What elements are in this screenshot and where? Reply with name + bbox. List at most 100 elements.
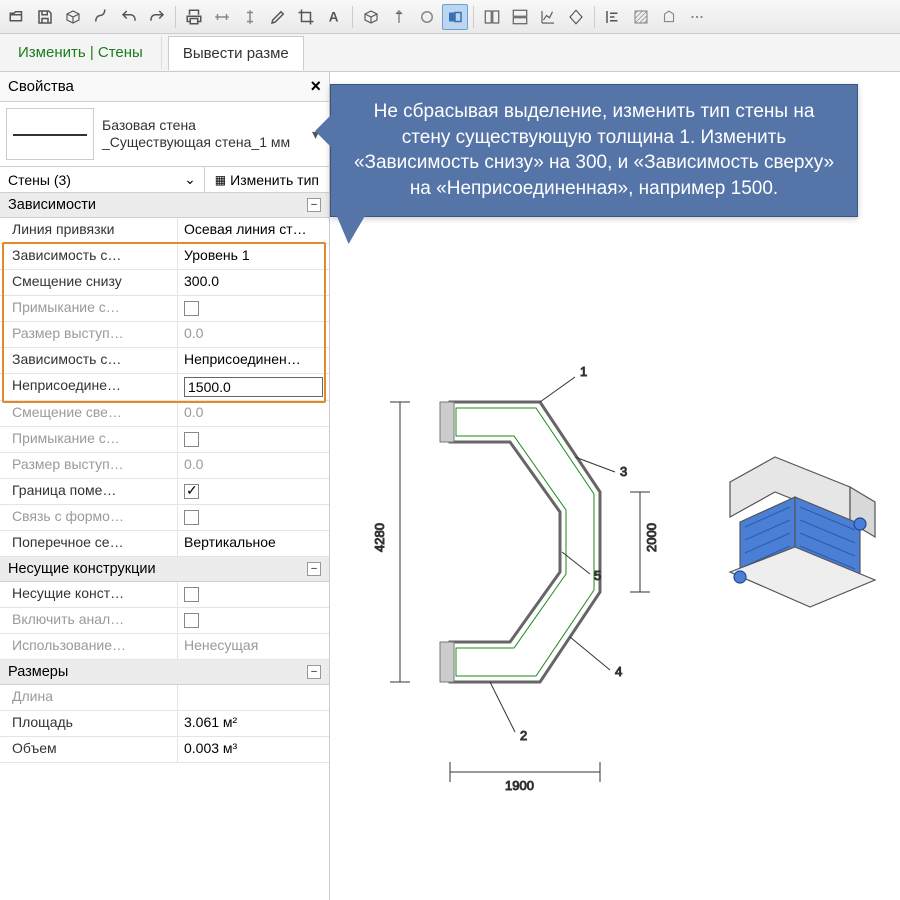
text-icon[interactable]: A xyxy=(321,4,347,30)
ribbon-tab-modify[interactable]: Изменить | Стены xyxy=(0,36,162,69)
property-name: Размер выступ… xyxy=(0,322,178,347)
checkbox xyxy=(184,613,199,628)
tag-4: 4 xyxy=(615,664,622,679)
shape-icon[interactable] xyxy=(656,4,682,30)
property-row[interactable]: Площадь3.061 м² xyxy=(0,711,329,737)
property-name: Поперечное се… xyxy=(0,531,178,556)
pipe-icon[interactable] xyxy=(88,4,114,30)
property-row[interactable]: Примыкание с… xyxy=(0,296,329,322)
property-value[interactable]: 3.061 м² xyxy=(178,711,329,736)
iso-drawing xyxy=(700,412,890,632)
property-row[interactable]: Объем0.003 м³ xyxy=(0,737,329,763)
property-value[interactable]: Осевая линия ст… xyxy=(178,218,329,243)
property-row[interactable]: Длина xyxy=(0,685,329,711)
property-value[interactable]: Неприсоединен… xyxy=(178,348,329,373)
property-row[interactable]: Зависимость с…Уровень 1 xyxy=(0,244,329,270)
property-value[interactable]: 0.003 м³ xyxy=(178,737,329,762)
category-structural[interactable]: Несущие конструкции– xyxy=(0,557,329,582)
property-row[interactable]: Смещение снизу300.0 xyxy=(0,270,329,296)
save-icon[interactable] xyxy=(32,4,58,30)
align-h-icon[interactable] xyxy=(209,4,235,30)
redo-icon[interactable] xyxy=(144,4,170,30)
property-row[interactable]: Использование…Ненесущая xyxy=(0,634,329,660)
property-name: Граница поме… xyxy=(0,479,178,504)
category-dimensions[interactable]: Размеры– xyxy=(0,660,329,685)
checkbox xyxy=(184,301,199,316)
split1-icon[interactable] xyxy=(479,4,505,30)
property-value[interactable] xyxy=(178,296,329,321)
property-row[interactable]: Граница поме… xyxy=(0,479,329,505)
property-input[interactable] xyxy=(184,377,323,397)
property-row[interactable]: Неприсоедине… xyxy=(0,374,329,401)
property-value[interactable]: 300.0 xyxy=(178,270,329,295)
type-name: Базовая стена _Существующая стена_1 мм xyxy=(102,117,308,152)
property-name: Смещение све… xyxy=(0,401,178,426)
property-name: Использование… xyxy=(0,634,178,659)
tag-1: 1 xyxy=(580,364,587,379)
type-selector[interactable]: Базовая стена _Существующая стена_1 мм ▾ xyxy=(0,102,329,167)
split2-icon[interactable] xyxy=(507,4,533,30)
close-icon[interactable]: × xyxy=(310,76,321,97)
property-value[interactable] xyxy=(178,479,329,504)
category-constraints[interactable]: Зависимости– xyxy=(0,193,329,218)
property-row[interactable]: Зависимость с…Неприсоединен… xyxy=(0,348,329,374)
property-row[interactable]: Связь с формо… xyxy=(0,505,329,531)
tag-5: 5 xyxy=(594,568,601,583)
pencil-icon[interactable] xyxy=(265,4,291,30)
drawing-canvas[interactable]: Не сбрасывая выделение, изменить тип сте… xyxy=(330,72,900,900)
property-value[interactable]: 0.0 xyxy=(178,401,329,426)
property-row[interactable]: Несущие конст… xyxy=(0,582,329,608)
property-row[interactable]: Примыкание с… xyxy=(0,427,329,453)
property-row[interactable]: Размер выступ…0.0 xyxy=(0,453,329,479)
checkbox[interactable] xyxy=(184,484,199,499)
property-value[interactable]: 0.0 xyxy=(178,453,329,478)
ribbon-tab-dimension[interactable]: Вывести разме xyxy=(168,36,304,70)
dim-height-left: 4280 xyxy=(372,523,387,552)
cube2-icon[interactable] xyxy=(358,4,384,30)
property-value[interactable] xyxy=(178,608,329,633)
crop-icon[interactable] xyxy=(293,4,319,30)
tag-3: 3 xyxy=(620,464,627,479)
dim-width: 1900 xyxy=(505,778,534,793)
open-icon[interactable] xyxy=(4,4,30,30)
more-icon[interactable] xyxy=(684,4,710,30)
property-value[interactable] xyxy=(178,582,329,607)
property-value[interactable] xyxy=(178,685,329,710)
property-name: Несущие конст… xyxy=(0,582,178,607)
property-row[interactable]: Линия привязкиОсевая линия ст… xyxy=(0,218,329,244)
cube-icon[interactable] xyxy=(60,4,86,30)
panel-title-text: Свойства xyxy=(8,78,74,95)
property-value[interactable]: Вертикальное xyxy=(178,531,329,556)
diamond-icon[interactable] xyxy=(563,4,589,30)
main-toolbar: A xyxy=(0,0,900,34)
property-value[interactable] xyxy=(178,505,329,530)
half-icon[interactable] xyxy=(442,4,468,30)
property-row[interactable]: Смещение све…0.0 xyxy=(0,401,329,427)
checkbox xyxy=(184,432,199,447)
property-value[interactable]: Ненесущая xyxy=(178,634,329,659)
checkbox[interactable] xyxy=(184,587,199,602)
edit-type-button[interactable]: ▦Изменить тип xyxy=(205,168,329,192)
undo-icon[interactable] xyxy=(116,4,142,30)
circle-icon[interactable] xyxy=(414,4,440,30)
graph-icon[interactable] xyxy=(535,4,561,30)
arrow-icon[interactable] xyxy=(386,4,412,30)
chevron-down-icon: ⌄ xyxy=(184,171,196,188)
property-row[interactable]: Включить анал… xyxy=(0,608,329,634)
align-left-icon[interactable] xyxy=(600,4,626,30)
property-value[interactable] xyxy=(178,427,329,452)
property-value[interactable]: Уровень 1 xyxy=(178,244,329,269)
property-value[interactable]: 0.0 xyxy=(178,322,329,347)
hatch-icon[interactable] xyxy=(628,4,654,30)
property-name: Линия привязки xyxy=(0,218,178,243)
tag-2: 2 xyxy=(520,728,527,743)
property-name: Размер выступ… xyxy=(0,453,178,478)
property-row[interactable]: Поперечное се…Вертикальное xyxy=(0,531,329,557)
property-row[interactable]: Размер выступ…0.0 xyxy=(0,322,329,348)
align-v-icon[interactable] xyxy=(237,4,263,30)
instance-filter[interactable]: Стены (3) ⌄ xyxy=(0,167,205,192)
checkbox xyxy=(184,510,199,525)
property-value[interactable] xyxy=(178,374,329,400)
property-name: Связь с формо… xyxy=(0,505,178,530)
print-icon[interactable] xyxy=(181,4,207,30)
